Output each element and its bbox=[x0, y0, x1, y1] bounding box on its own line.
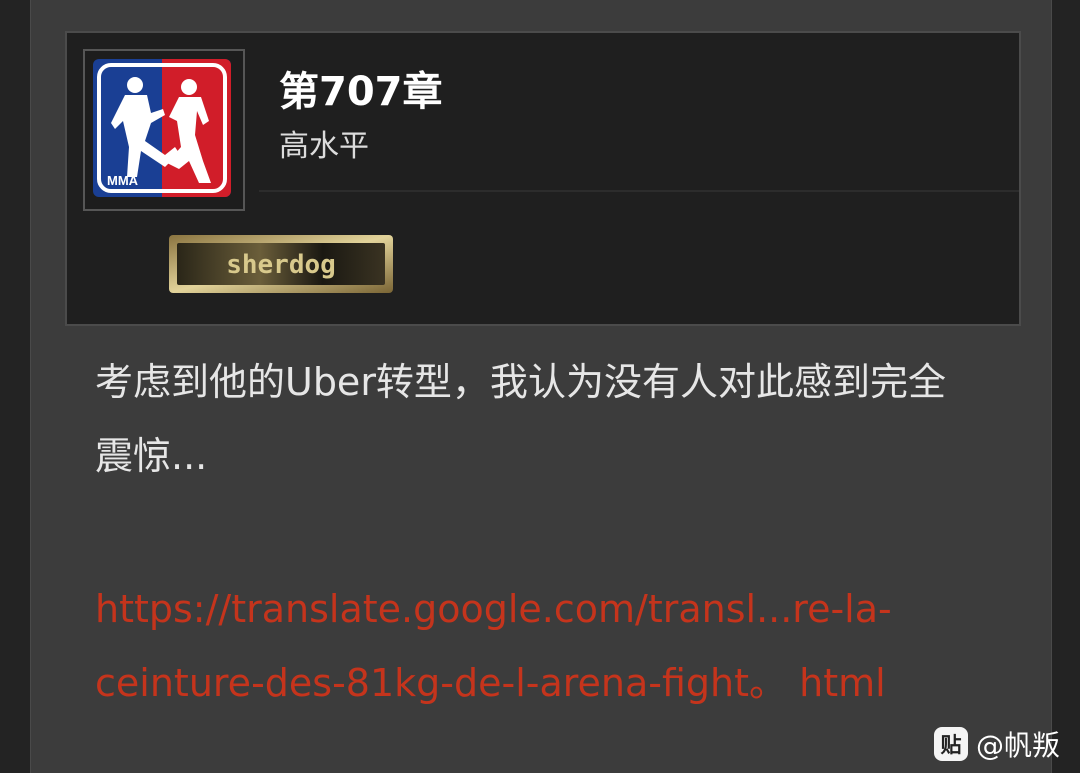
post-link[interactable]: https://translate.google.com/transl...re… bbox=[95, 572, 995, 720]
mma-logo-thumbnail: MMA bbox=[83, 49, 245, 211]
screen: MMA 第707章 高水平 sherdog 考虑到他的Uber转型，我认为没有人… bbox=[0, 0, 1080, 773]
post-card: MMA 第707章 高水平 sherdog 考虑到他的Uber转型，我认为没有人… bbox=[30, 0, 1052, 773]
sherdog-banner: sherdog bbox=[167, 229, 395, 299]
watermark: 贴 @帆叛 bbox=[934, 724, 1060, 764]
watermark-handle: @帆叛 bbox=[976, 729, 1061, 762]
post-body-text: 考虑到他的Uber转型，我认为没有人对此感到完全震惊... bbox=[95, 360, 946, 478]
preview-author: 高水平 bbox=[279, 129, 369, 164]
preview-title-area: 第707章 高水平 bbox=[259, 33, 1019, 192]
mma-logo-icon: MMA bbox=[85, 51, 239, 205]
preview-title: 第707章 bbox=[279, 69, 443, 115]
tieba-app-icon: 贴 bbox=[934, 727, 968, 761]
banner-text: sherdog bbox=[226, 250, 336, 280]
mma-badge-text: MMA bbox=[107, 173, 139, 188]
link-preview-card[interactable]: MMA 第707章 高水平 sherdog bbox=[65, 31, 1021, 326]
